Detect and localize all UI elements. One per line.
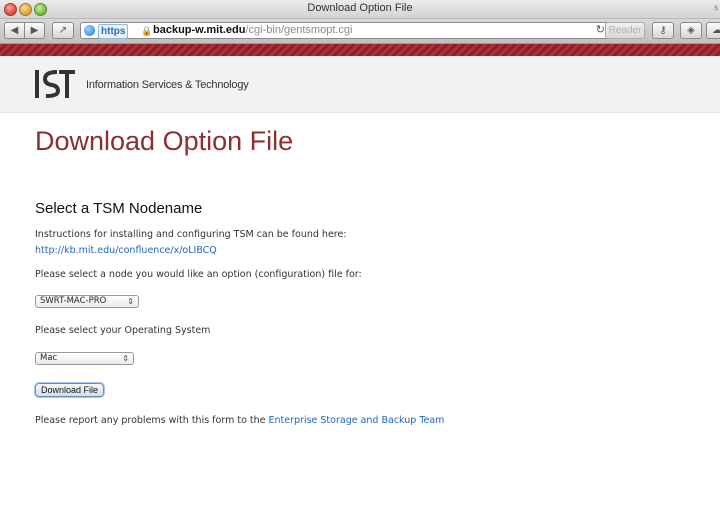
page-title: Download Option File — [35, 126, 294, 156]
forward-button[interactable]: ▶ — [24, 22, 45, 39]
instructions-text: Instructions for installing and configur… — [35, 229, 347, 240]
cloud-icon: ☁ — [712, 25, 720, 36]
share-icon: ↗ — [58, 25, 68, 36]
browser-toolbar: ◀ ▶ ↗ https 🔒 backup-w.mit.edu/cgi-bin/g… — [0, 19, 720, 44]
reload-icon[interactable]: ↻ — [596, 23, 605, 38]
forward-arrow-icon: ▶ — [30, 25, 39, 36]
instructions-link[interactable]: http://kb.mit.edu/confluence/x/oLIBCQ — [35, 245, 217, 256]
report-prefix: Please report any problems with this for… — [35, 415, 269, 426]
lock-icon: 🔒 — [141, 26, 153, 36]
extension-button-1[interactable]: ⚷ — [652, 22, 674, 39]
window-titlebar: Download Option File s — [0, 0, 720, 19]
download-file-button[interactable]: Download File — [35, 383, 105, 397]
extension-button-2[interactable]: ◈ — [680, 22, 702, 39]
url-host: backup-w.mit.edu — [153, 24, 246, 36]
badge-icon: ◈ — [687, 25, 695, 36]
report-text: Please report any problems with this for… — [35, 415, 444, 426]
header-stripe — [0, 44, 720, 56]
reader-button[interactable]: Reader — [605, 22, 645, 39]
back-button[interactable]: ◀ — [4, 22, 25, 39]
window-title-extra: s — [714, 3, 718, 12]
os-prompt: Please select your Operating System — [35, 325, 211, 336]
os-select[interactable]: Mac ⇕ — [35, 352, 134, 365]
section-title: Select a TSM Nodename — [35, 200, 203, 217]
node-select[interactable]: SWRT-MAC-PRO ⇕ — [35, 295, 139, 308]
site-header: Information Services & Technology — [0, 56, 720, 113]
os-select-value: Mac — [40, 353, 58, 363]
node-prompt: Please select a node you would like an o… — [35, 269, 362, 280]
globe-icon — [84, 25, 95, 36]
header-tagline: Information Services & Technology — [86, 79, 249, 91]
node-select-value: SWRT-MAC-PRO — [40, 296, 107, 306]
select-arrow-icon: ⇕ — [122, 354, 129, 363]
url-path: /cgi-bin/gentsmopt.cgi — [245, 24, 353, 36]
window-title: Download Option File — [307, 2, 413, 14]
share-button[interactable]: ↗ — [52, 22, 74, 39]
select-arrow-icon: ⇕ — [127, 297, 134, 306]
support-team-link[interactable]: Enterprise Storage and Backup Team — [269, 415, 445, 426]
ist-logo — [35, 70, 75, 98]
url-text: backup-w.mit.edu/cgi-bin/gentsmopt.cgi — [153, 23, 353, 38]
address-bar[interactable]: https 🔒 backup-w.mit.edu/cgi-bin/gentsmo… — [80, 22, 610, 39]
https-badge: https — [98, 24, 129, 39]
back-arrow-icon: ◀ — [10, 25, 19, 36]
icloud-button[interactable]: ☁ — [706, 22, 720, 39]
key-icon: ⚷ — [659, 25, 667, 36]
